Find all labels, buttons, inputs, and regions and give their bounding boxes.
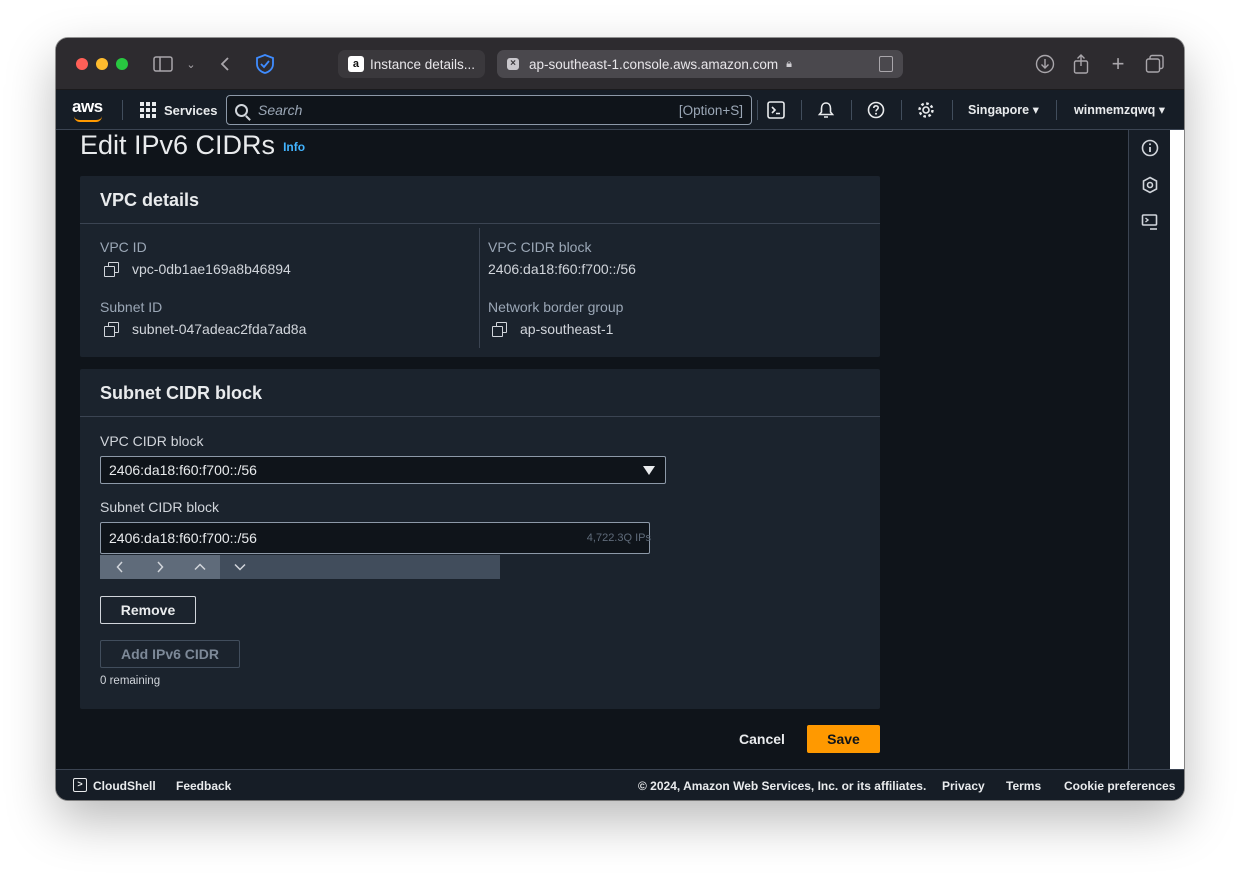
downloads-icon[interactable]	[1034, 52, 1056, 76]
copy-icon[interactable]	[492, 322, 507, 337]
account-menu[interactable]: winmemzqwq ▾	[1074, 102, 1165, 117]
cidr-stepper	[100, 555, 500, 579]
subnet-cidr-panel: Subnet CIDR block VPC CIDR block 2406:da…	[80, 369, 880, 709]
address-bar-url[interactable]: ap-southeast-1.console.aws.amazon.com	[529, 57, 778, 72]
privacy-link[interactable]: Privacy	[942, 779, 985, 793]
settings-gear-icon[interactable]	[916, 100, 936, 120]
chevron-down-icon[interactable]	[220, 555, 260, 579]
cookie-preferences-link[interactable]: Cookie preferences	[1064, 779, 1175, 793]
search-input[interactable]	[258, 102, 679, 118]
shield-icon[interactable]	[254, 52, 276, 76]
browser-window: ⌄ a Instance details... × ap-southeast-1…	[56, 38, 1184, 800]
aws-top-navigation: aws Services [Option+S] Singapore ▾	[56, 90, 1184, 130]
search-box[interactable]: [Option+S]	[226, 95, 752, 125]
vpc-cidr-selected-value: 2406:da18:f60:f700::/56	[109, 462, 257, 478]
vpc-cidr-field-label: VPC CIDR block	[100, 433, 204, 449]
vpc-details-heading: VPC details	[80, 176, 880, 224]
services-label: Services	[164, 102, 218, 118]
vpc-id-label: VPC ID	[100, 239, 147, 255]
chevron-right-icon[interactable]	[140, 555, 180, 579]
tab-label: Instance details...	[369, 56, 475, 72]
utility-panel-rail	[1128, 130, 1170, 769]
cloudshell-icon: >	[73, 778, 87, 792]
tab-overview-icon[interactable]	[1144, 52, 1166, 76]
search-icon	[235, 103, 248, 117]
remove-button[interactable]: Remove	[100, 596, 196, 624]
browser-toolbar: ⌄ a Instance details... × ap-southeast-1…	[56, 38, 1184, 90]
notifications-bell-icon[interactable]	[816, 100, 836, 120]
new-tab-icon[interactable]: +	[1108, 51, 1128, 76]
caret-down-icon	[643, 466, 655, 475]
column-divider	[479, 228, 480, 348]
page-title: Edit IPv6 CIDRs Info	[80, 130, 305, 161]
copy-icon[interactable]	[104, 262, 119, 277]
sidebar-toggle-icon[interactable]	[152, 52, 174, 76]
border-group-value: ap-southeast-1	[488, 321, 613, 337]
lock-icon: 🔒︎	[786, 57, 792, 70]
services-menu-button[interactable]: Services	[140, 100, 218, 120]
help-icon[interactable]	[866, 100, 886, 120]
aws-logo[interactable]: aws	[72, 97, 106, 123]
reader-view-icon[interactable]	[879, 56, 893, 72]
info-link[interactable]: Info	[283, 140, 305, 154]
amazon-favicon-icon: a	[348, 56, 364, 72]
vpc-cidr-label: VPC CIDR block	[488, 239, 592, 255]
copyright-text: © 2024, Amazon Web Services, Inc. or its…	[638, 779, 927, 793]
subnet-id-value: subnet-047adeac2fda7ad8a	[100, 321, 306, 337]
hexagon-icon[interactable]	[1140, 175, 1160, 195]
back-icon[interactable]	[216, 52, 234, 76]
close-window-button[interactable]	[76, 58, 88, 70]
page-title-text: Edit IPv6 CIDRs	[80, 130, 276, 160]
terms-link[interactable]: Terms	[1006, 779, 1041, 793]
chevron-left-icon[interactable]	[100, 555, 140, 579]
vpc-id-text: vpc-0db1ae169a8b46894	[132, 261, 291, 277]
tab-aws-console[interactable]: × ap-southeast-1.console.aws.amazon.com …	[497, 50, 903, 78]
feedback-link[interactable]: Feedback	[176, 779, 231, 793]
chevron-down-icon[interactable]: ⌄	[184, 52, 198, 76]
vpc-details-panel: VPC details VPC ID vpc-0db1ae169a8b46894…	[80, 176, 880, 357]
subnet-id-text: subnet-047adeac2fda7ad8a	[132, 321, 307, 337]
cancel-button[interactable]: Cancel	[732, 725, 792, 753]
vpc-cidr-value: 2406:da18:f60:f700::/56	[488, 261, 636, 277]
share-icon[interactable]	[1071, 52, 1091, 76]
add-ipv6-cidr-button[interactable]: Add IPv6 CIDR	[100, 640, 240, 668]
subnet-cidr-field-label: Subnet CIDR block	[100, 499, 220, 515]
page-scrollbar[interactable]	[1170, 130, 1184, 769]
close-tab-icon[interactable]: ×	[507, 58, 519, 70]
subnet-cidr-heading: Subnet CIDR block	[80, 369, 880, 417]
main-content: Edit IPv6 CIDRs Info VPC details VPC ID v…	[56, 130, 1128, 769]
vpc-id-value: vpc-0db1ae169a8b46894	[100, 261, 291, 277]
console-panel-icon[interactable]	[1140, 212, 1160, 232]
services-grid-icon	[140, 102, 156, 118]
subnet-id-label: Subnet ID	[100, 299, 163, 315]
subnet-cidr-value: 2406:da18:f60:f700::/56	[109, 530, 257, 546]
border-group-text: ap-southeast-1	[520, 321, 614, 337]
cloudshell-icon[interactable]	[766, 100, 786, 120]
vpc-cidr-select[interactable]: 2406:da18:f60:f700::/56	[100, 456, 666, 484]
minimize-window-button[interactable]	[96, 58, 108, 70]
chevron-up-icon[interactable]	[180, 555, 220, 579]
region-selector[interactable]: Singapore ▾	[968, 102, 1039, 117]
search-shortcut-hint: [Option+S]	[678, 102, 743, 118]
console-footer: > CloudShell Feedback © 2024, Amazon Web…	[56, 769, 1184, 800]
aws-logo-text: aws	[72, 97, 103, 116]
save-button[interactable]: Save	[807, 725, 880, 753]
remaining-count: 0 remaining	[100, 675, 161, 687]
cloudshell-link[interactable]: CloudShell	[93, 779, 156, 793]
zoom-window-button[interactable]	[116, 58, 128, 70]
border-group-label: Network border group	[488, 299, 624, 315]
info-panel-icon[interactable]	[1140, 138, 1160, 158]
copy-icon[interactable]	[104, 322, 119, 337]
subnet-cidr-input[interactable]: 2406:da18:f60:f700::/56 4,722.3Q IPs	[100, 522, 651, 554]
ip-count-hint: 4,722.3Q IPs	[586, 532, 651, 544]
tab-instance-details[interactable]: a Instance details...	[338, 50, 485, 78]
